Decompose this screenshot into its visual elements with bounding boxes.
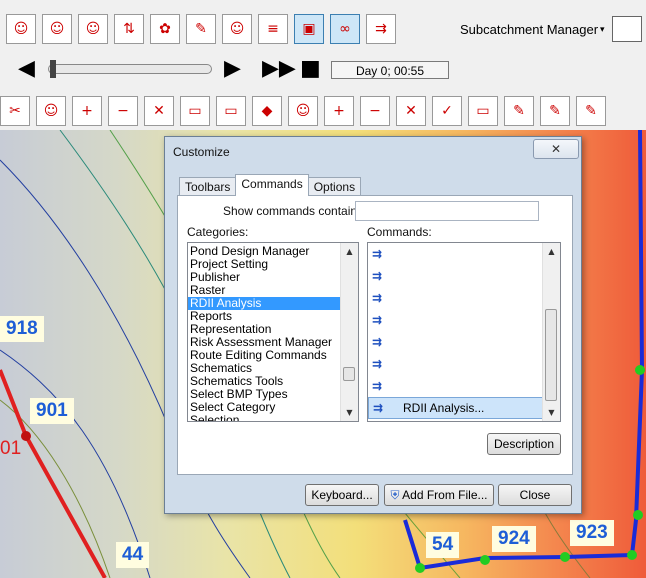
customize-dialog: Customize ✕ Toolbars Commands Options Sh… xyxy=(164,136,582,514)
command-icon: ⇉ xyxy=(373,401,384,415)
map-label-54[interactable]: 54 xyxy=(426,532,460,558)
command-item[interactable]: ⇉ xyxy=(368,375,560,397)
slider-thumb[interactable] xyxy=(50,60,56,78)
list-item[interactable]: Selection xyxy=(188,414,358,422)
commands-list[interactable]: ⇉ ⇉ ⇉ ⇉ ⇉ ⇉ ⇉ ⇉ RDII Analysis... ▲ ▼ xyxy=(367,242,561,422)
categories-scrollbar[interactable]: ▲ ▼ xyxy=(340,243,358,421)
scroll-thumb[interactable] xyxy=(545,309,557,401)
tool-icon-r3-3[interactable]: + xyxy=(72,96,102,126)
palette-icon[interactable]: ✿ xyxy=(150,14,180,44)
link-icon[interactable]: ∞ xyxy=(330,14,360,44)
tool-icon-r3-10[interactable]: + xyxy=(324,96,354,126)
command-icon: ⇉ xyxy=(372,247,383,261)
tool-icon-r3-5[interactable]: ✕ xyxy=(144,96,174,126)
tool-icon-r3-15[interactable]: ✎ xyxy=(504,96,534,126)
tool-icon-4[interactable]: ⇅ xyxy=(114,14,144,44)
commands-scrollbar[interactable]: ▲ ▼ xyxy=(542,243,560,421)
tool-icon-9[interactable]: ▣ xyxy=(294,14,324,44)
scroll-up-icon[interactable]: ▲ xyxy=(341,243,358,260)
paint-icon[interactable]: ✎ xyxy=(186,14,216,44)
command-icon: ⇉ xyxy=(372,335,383,349)
command-icon: ⇉ xyxy=(372,269,383,283)
tool-icon-2[interactable]: ☺ xyxy=(42,14,72,44)
command-icon: ⇉ xyxy=(372,313,383,327)
command-item[interactable]: ⇉ xyxy=(368,331,560,353)
categories-label: Categories: xyxy=(187,225,249,239)
description-button[interactable]: Description xyxy=(487,433,561,455)
command-item[interactable]: ⇉ xyxy=(368,309,560,331)
tool-icon-r3-7[interactable]: ▭ xyxy=(216,96,246,126)
fast-forward-icon[interactable]: ▶▶ xyxy=(262,58,296,80)
add-from-file-button[interactable]: ⛨ Add From File... xyxy=(384,484,494,506)
tab-options[interactable]: Options xyxy=(307,177,362,196)
report-icon[interactable]: ≡ xyxy=(258,14,288,44)
time-slider[interactable] xyxy=(48,60,212,78)
toolbar-row-1: ☺ ☺ ☺ ⇅ ✿ ✎ ☺ ≡ ▣ ∞ ⇉ xyxy=(6,12,402,46)
tool-icon-r3-16[interactable]: ✎ xyxy=(540,96,570,126)
map-label-901[interactable]: 901 xyxy=(30,398,74,424)
tool-icon-7[interactable]: ☺ xyxy=(222,14,252,44)
scroll-thumb[interactable] xyxy=(343,367,355,381)
toolbar-row-3: ✂ ☺ + − ✕ ▭ ▭ ◆ ☺ + − ✕ ✓ ▭ ✎ ✎ ✎ xyxy=(0,94,612,128)
tool-icon-1[interactable]: ☺ xyxy=(6,14,36,44)
tool-icon-r3-12[interactable]: ✕ xyxy=(396,96,426,126)
tool-icon-r3-1[interactable]: ✂ xyxy=(0,96,30,126)
scroll-up-icon[interactable]: ▲ xyxy=(543,243,560,260)
dialog-title: Customize xyxy=(173,145,230,159)
map-label-924[interactable]: 924 xyxy=(492,526,536,552)
tool-icon-r3-4[interactable]: − xyxy=(108,96,138,126)
search-label: Show commands containing: xyxy=(223,204,377,218)
map-label-923[interactable]: 923 xyxy=(570,520,614,546)
tool-icon-r3-13[interactable]: ✓ xyxy=(432,96,462,126)
map-label-partial: 01 xyxy=(0,438,22,459)
search-input[interactable] xyxy=(355,201,539,221)
tab-toolbars[interactable]: Toolbars xyxy=(179,177,237,196)
scroll-down-icon[interactable]: ▼ xyxy=(341,404,358,421)
stop-icon[interactable]: ■ xyxy=(300,58,321,80)
tool-icon-r3-14[interactable]: ▭ xyxy=(468,96,498,126)
tool-icon-3[interactable]: ☺ xyxy=(78,14,108,44)
close-icon[interactable]: ✕ xyxy=(533,139,579,159)
tool-icon-r3-17[interactable]: ✎ xyxy=(576,96,606,126)
keyboard-button[interactable]: Keyboard... xyxy=(305,484,379,506)
toolbar-area: ☺ ☺ ☺ ⇅ ✿ ✎ ☺ ≡ ▣ ∞ ⇉ Subcatchment Manag… xyxy=(0,0,646,130)
tool-icon-r3-2[interactable]: ☺ xyxy=(36,96,66,126)
map-label-44[interactable]: 44 xyxy=(116,542,150,568)
dropdown-label: Subcatchment Manager xyxy=(460,21,599,37)
command-item[interactable]: ⇉ xyxy=(368,243,560,265)
command-icon: ⇉ xyxy=(372,379,383,393)
tool-icon-r3-9[interactable]: ☺ xyxy=(288,96,318,126)
tab-commands[interactable]: Commands xyxy=(235,174,309,196)
add-from-file-label: Add From File... xyxy=(402,488,488,502)
command-icon: ⇉ xyxy=(372,291,383,305)
commands-label: Commands: xyxy=(367,225,432,239)
tool-icon-11[interactable]: ⇉ xyxy=(366,14,396,44)
scroll-down-icon[interactable]: ▼ xyxy=(543,404,560,421)
tool-icon-r3-8[interactable]: ◆ xyxy=(252,96,282,126)
tab-strip: Toolbars Commands Options xyxy=(179,174,362,196)
tool-icon-r3-11[interactable]: − xyxy=(360,96,390,126)
command-item[interactable]: ⇉ xyxy=(368,265,560,287)
command-label: RDII Analysis... xyxy=(403,401,485,415)
time-display: Day 0; 00:55 xyxy=(331,61,449,79)
command-icon: ⇉ xyxy=(372,357,383,371)
categories-list[interactable]: Pond Design Manager Project Setting Publ… xyxy=(187,242,359,422)
shield-icon: ⛨ xyxy=(390,488,400,502)
tool-icon-r3-6[interactable]: ▭ xyxy=(180,96,210,126)
subcatchment-manager-dropdown[interactable]: Subcatchment Manager ▾ xyxy=(460,14,605,44)
command-item-selected[interactable]: ⇉ RDII Analysis... xyxy=(368,397,544,419)
play-icon[interactable]: ▶ xyxy=(224,58,241,80)
step-back-icon[interactable]: ◀ xyxy=(18,58,35,80)
lasso-icon[interactable] xyxy=(612,16,642,42)
chevron-down-icon: ▾ xyxy=(600,23,605,34)
map-label-918[interactable]: 918 xyxy=(0,316,44,342)
close-button[interactable]: Close xyxy=(498,484,572,506)
command-item[interactable]: ⇉ xyxy=(368,353,560,375)
command-item[interactable]: ⇉ xyxy=(368,287,560,309)
